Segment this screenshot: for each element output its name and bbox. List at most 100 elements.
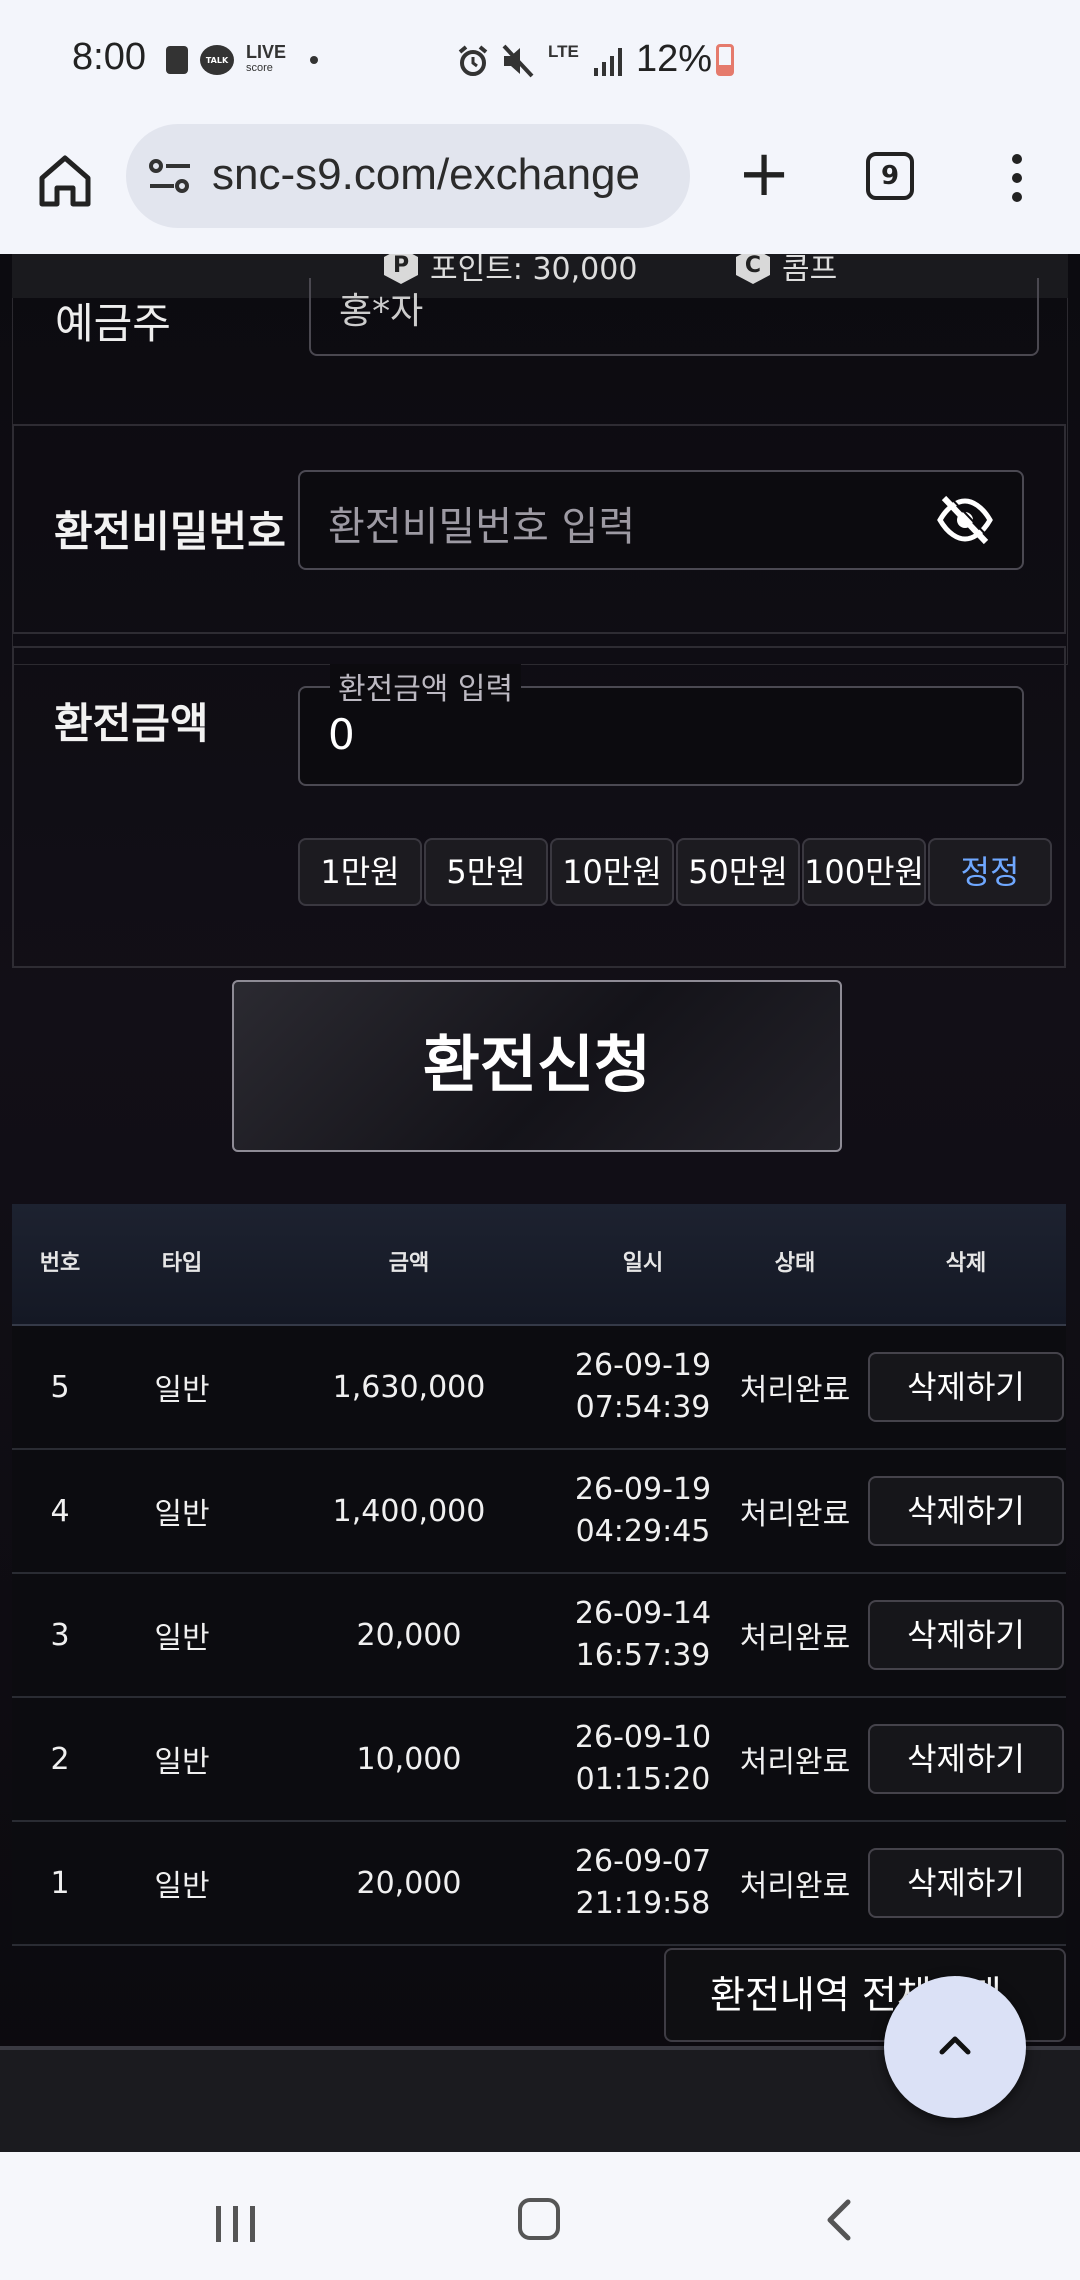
recent-apps-icon[interactable] [214,2204,258,2244]
cell-no: 4 [50,1493,70,1529]
chevron-up-icon [939,2036,971,2055]
cell-date: 26-09-19 [574,1472,712,1507]
amount-label: 환전금액 [54,699,209,748]
exchange-history-table: 번호 타입 금액 일시 상태 삭제 5 일반 1,630,000 26-09-1… [12,1204,1066,1946]
cell-datetime: 26-09-19 04:29:45 [562,1450,724,1572]
cell-amount: 1,400,000 [332,1493,486,1529]
amount-chips: 1만원 5만원 10만원 50만원 100만원 정정 [298,838,1052,906]
header-no: 번호 [39,1251,81,1276]
tab-switcher-button[interactable]: 9 [866,152,914,200]
cell-status: 처리완료 [739,1745,851,1780]
cell-status: 처리완료 [739,1373,851,1408]
signal-icon [594,48,622,76]
cell-time: 16:57:39 [575,1638,711,1673]
status-bar: 8:00 TALK LIVE score LTE 12% [0,0,1080,124]
status-time: 8:00 [72,36,146,78]
cell-amount: 1,630,000 [332,1369,486,1405]
more-menu-icon[interactable] [1008,154,1026,204]
cell-amount: 20,000 [356,1865,462,1901]
alarm-icon [458,45,488,76]
livescore-label: LIVE [246,42,287,62]
delete-row-button[interactable]: 삭제하기 [868,1848,1064,1918]
table-header: 번호 타입 금액 일시 상태 삭제 [12,1204,1066,1326]
cell-type: 일반 [154,1373,210,1408]
chip-10k-button[interactable]: 1만원 [298,838,422,906]
amount-row: 환전금액 환전금액 입력 0 1만원 5만원 10만원 50만원 100만원 정… [12,646,1066,968]
cell-amount: 20,000 [356,1617,462,1653]
cell-amount: 10,000 [356,1741,462,1777]
cell-datetime: 26-09-10 01:15:20 [562,1698,724,1820]
cell-time: 04:29:45 [575,1514,711,1549]
cell-date: 26-09-14 [574,1596,712,1631]
chip-100k-button[interactable]: 10만원 [550,838,674,906]
amount-legend: 환전금액 입력 [330,664,522,708]
delete-row-button[interactable]: 삭제하기 [868,1724,1064,1794]
browser-toolbar: snc-s9.com/exchange + 9 [0,124,1080,254]
account-holder-value: 홍*자 [339,291,424,332]
livescore-sub: score [246,62,273,74]
table-row: 5 일반 1,630,000 26-09-19 07:54:39 처리완료 삭제하… [12,1326,1066,1450]
new-tab-plus-icon[interactable]: + [736,142,792,206]
chip-1m-button[interactable]: 100만원 [802,838,926,906]
header-delete: 삭제 [945,1251,987,1276]
table-row: 2 일반 10,000 26-09-10 01:15:20 처리완료 삭제하기 [12,1698,1066,1822]
battery-icon [716,44,734,76]
scroll-to-top-button[interactable] [884,1976,1026,2118]
cell-date: 26-09-10 [574,1720,712,1755]
exchange-submit-button[interactable]: 환전신청 [232,980,842,1152]
password-input[interactable]: 환전비밀번호 입력 [298,470,1024,570]
cell-type: 일반 [154,1621,210,1656]
cell-no: 1 [50,1865,70,1901]
header-type: 타입 [161,1251,203,1276]
mute-icon [502,44,534,78]
home-icon[interactable] [36,152,94,210]
header-status: 상태 [774,1251,816,1276]
dot-icon [310,56,319,64]
cell-status: 처리완료 [739,1869,851,1904]
cell-type: 일반 [154,1497,210,1532]
cell-status: 처리완료 [739,1497,851,1532]
eye-off-icon[interactable] [936,494,994,546]
password-label: 환전비밀번호 [54,507,286,556]
reset-amount-button[interactable]: 정정 [928,838,1052,906]
table-row: 1 일반 20,000 26-09-07 21:19:58 처리완료 삭제하기 [12,1822,1066,1946]
account-holder-field: 홍*자 [309,278,1039,356]
delete-row-button[interactable]: 삭제하기 [868,1352,1064,1422]
chip-50k-button[interactable]: 5만원 [424,838,548,906]
cell-time: 07:54:39 [575,1390,711,1425]
cell-datetime: 26-09-19 07:54:39 [562,1326,724,1448]
table-row: 3 일반 20,000 26-09-14 16:57:39 처리완료 삭제하기 [12,1574,1066,1698]
cell-date: 26-09-19 [574,1348,712,1383]
cell-type: 일반 [154,1869,210,1904]
site-settings-icon[interactable] [148,158,192,194]
account-holder-label: 예금주 [55,299,171,348]
alert-icon [166,46,188,74]
header-amount: 금액 [388,1251,430,1276]
system-navigation-bar [0,2152,1080,2280]
system-home-icon[interactable] [518,2198,560,2240]
cell-no: 5 [50,1369,70,1405]
battery-percent: 12% [636,38,713,80]
cell-no: 3 [50,1617,70,1653]
cell-date: 26-09-07 [574,1844,712,1879]
cell-datetime: 26-09-07 21:19:58 [562,1822,724,1944]
cell-no: 2 [50,1741,70,1777]
amount-value[interactable]: 0 [328,710,355,759]
back-icon[interactable] [824,2198,854,2242]
delete-row-button[interactable]: 삭제하기 [868,1600,1064,1670]
cell-status: 처리완료 [739,1621,851,1656]
cell-datetime: 26-09-14 16:57:39 [562,1574,724,1696]
password-row: 환전비밀번호 환전비밀번호 입력 [12,424,1066,634]
password-placeholder: 환전비밀번호 입력 [328,504,636,550]
cell-time: 01:15:20 [575,1762,711,1797]
cell-time: 21:19:58 [575,1886,711,1921]
header-datetime: 일시 [622,1251,664,1276]
table-row: 4 일반 1,400,000 26-09-19 04:29:45 처리완료 삭제하… [12,1450,1066,1574]
delete-row-button[interactable]: 삭제하기 [868,1476,1064,1546]
chip-500k-button[interactable]: 50만원 [676,838,800,906]
status-left-icons: TALK LIVE score [166,42,319,76]
lte-icon: LTE [548,42,579,61]
address-bar[interactable]: snc-s9.com/exchange [126,124,690,228]
exchange-page: P 포인트: 30,000 C 콤프 예금주 홍*자 환전비밀번호 환전비밀번호… [0,254,1080,2152]
url-text[interactable]: snc-s9.com/exchange [212,150,640,200]
